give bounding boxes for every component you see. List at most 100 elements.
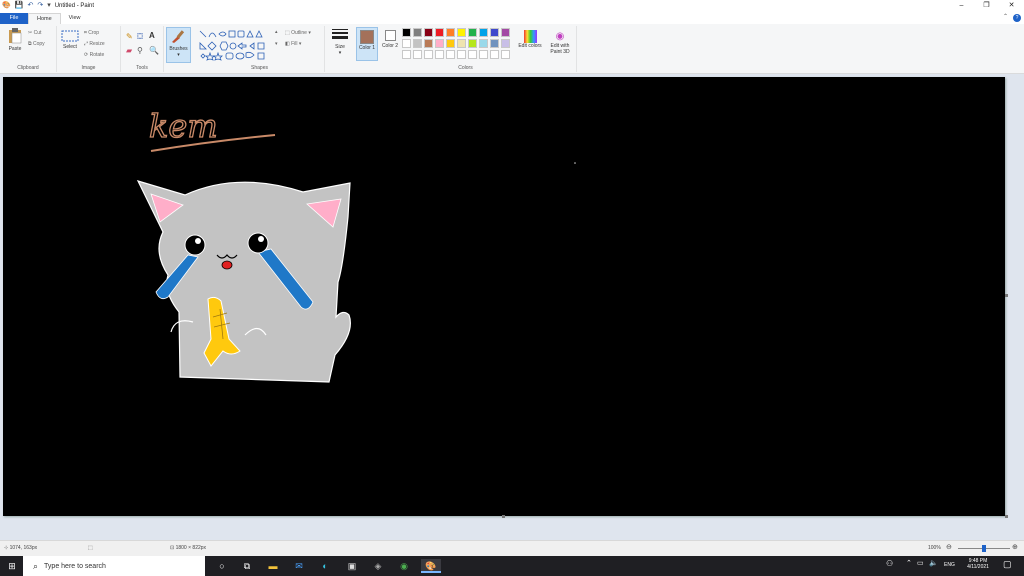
select-button[interactable]: Select — [59, 30, 81, 50]
crop-button[interactable]: ⌗ Crop — [84, 30, 99, 36]
paste-icon — [9, 28, 22, 44]
shapes-scroll-down-icon[interactable]: ▾ — [275, 41, 278, 47]
zoom-out-icon[interactable]: ⊖ — [946, 543, 952, 551]
palette-swatch[interactable] — [413, 50, 422, 59]
task-view-icon[interactable]: ⧉ — [240, 559, 254, 573]
palette-swatch[interactable] — [435, 39, 444, 48]
palette-swatch[interactable] — [446, 28, 455, 37]
canvas-resize-handle-corner[interactable] — [1005, 515, 1008, 518]
close-button[interactable]: ✕ — [999, 0, 1024, 12]
canvas-resize-handle-right[interactable] — [1005, 294, 1008, 297]
shapes-scroll-up-icon[interactable]: ▴ — [275, 29, 278, 35]
palette-swatch[interactable] — [468, 50, 477, 59]
palette-swatch[interactable] — [468, 39, 477, 48]
tab-home[interactable]: Home — [28, 13, 61, 24]
network-icon[interactable]: ▭ — [917, 559, 924, 567]
palette-swatch[interactable] — [490, 28, 499, 37]
app-icon[interactable]: ◈ — [371, 559, 385, 573]
edge-icon[interactable]: ◐ — [318, 559, 332, 573]
resize-button[interactable]: ⤢ Resize — [84, 41, 105, 47]
color2-button[interactable]: Color 2 — [380, 28, 400, 49]
palette-swatch[interactable] — [457, 28, 466, 37]
palette-swatch[interactable] — [435, 28, 444, 37]
help-icon[interactable]: ? — [1013, 14, 1021, 22]
volume-icon[interactable]: 🔈 — [929, 559, 938, 567]
palette-swatch[interactable] — [424, 39, 433, 48]
copy-button[interactable]: ⧉ Copy — [28, 41, 45, 47]
clock[interactable]: 9:48 PM 4/11/2021 — [965, 558, 991, 570]
redo-icon[interactable]: ↷ — [37, 0, 43, 12]
eraser-icon[interactable]: ▰ — [126, 46, 132, 55]
cut-button[interactable]: ✂ Cut — [28, 30, 41, 36]
language-indicator[interactable]: ENG — [944, 562, 955, 568]
magnifier-icon[interactable]: 🔍 — [149, 46, 159, 55]
tab-view[interactable]: View — [61, 13, 89, 24]
show-hidden-icons[interactable]: ⌃ — [906, 559, 912, 567]
select-icon — [61, 30, 79, 42]
color-picker-icon[interactable]: ⚲ — [137, 46, 143, 55]
color1-button[interactable]: Color 1 — [356, 27, 378, 61]
palette-swatch[interactable] — [413, 28, 422, 37]
canvas-resize-handle-bottom[interactable] — [502, 515, 505, 518]
palette-swatch[interactable] — [490, 39, 499, 48]
paste-button[interactable]: Paste — [4, 28, 26, 52]
edit-colors-button[interactable]: Edit colors — [518, 30, 542, 49]
palette-swatch[interactable] — [479, 50, 488, 59]
palette-swatch[interactable] — [479, 39, 488, 48]
outline-button[interactable]: ⬚ Outline ▾ — [285, 30, 311, 36]
mail-icon[interactable]: ✉ — [292, 559, 306, 573]
palette-swatch[interactable] — [402, 28, 411, 37]
tab-file[interactable]: File — [0, 13, 28, 24]
palette-swatch[interactable] — [446, 39, 455, 48]
paint-taskbar-icon[interactable]: 🎨 — [421, 559, 441, 573]
palette-swatch[interactable] — [424, 50, 433, 59]
palette-swatch[interactable] — [501, 50, 510, 59]
edit-with-paint3d-button[interactable]: ◉ Edit with Paint 3D — [545, 30, 575, 55]
windows-start-icon[interactable]: ⊞ — [5, 559, 19, 573]
pencil-icon[interactable]: ✎ — [126, 32, 133, 41]
file-explorer-icon[interactable]: ▬ — [266, 559, 280, 573]
taskbar-search[interactable]: ⌕ Type here to search — [23, 556, 205, 576]
palette-swatch[interactable] — [457, 39, 466, 48]
palette-swatch[interactable] — [402, 39, 411, 48]
minimize-button[interactable]: – — [949, 0, 974, 12]
canvas-area[interactable]: kem — [0, 74, 1024, 540]
size-button[interactable]: Size ▾ — [329, 28, 351, 56]
notifications-icon[interactable]: ▢ — [1003, 559, 1012, 570]
undo-icon[interactable]: ↶ — [27, 0, 33, 12]
resize-label: Resize — [89, 41, 105, 47]
collapse-ribbon-icon[interactable]: ⌃ — [1003, 13, 1008, 20]
palette-swatch[interactable] — [446, 50, 455, 59]
fill-button[interactable]: ◧ Fill ▾ — [285, 41, 301, 47]
colors-group: Color 1 Color 2 Edit colors ◉ Edit with … — [355, 26, 577, 72]
cat-right-eye — [247, 232, 269, 254]
palette-swatch[interactable] — [468, 28, 477, 37]
cursor-position-value: 1074, 163px — [9, 545, 38, 551]
rotate-button[interactable]: ⟳ Rotate — [84, 52, 104, 58]
palette-swatch[interactable] — [457, 50, 466, 59]
palette-swatch[interactable] — [424, 28, 433, 37]
paint3d-icon: ◉ — [555, 31, 565, 42]
palette-swatch[interactable] — [479, 28, 488, 37]
shapes-gallery-icon[interactable] — [198, 29, 274, 61]
palette-swatch[interactable] — [413, 39, 422, 48]
store-icon[interactable]: ▣ — [345, 559, 359, 573]
title-bar: 🎨 💾 ↶ ↷ ▾ Untitled - Paint – ❐ ✕ — [0, 0, 1024, 12]
cortana-icon[interactable]: ○ — [215, 559, 229, 573]
text-tool-icon[interactable]: A — [149, 31, 155, 40]
zoom-slider-thumb[interactable] — [982, 545, 986, 552]
drawing-canvas[interactable]: kem — [3, 77, 1005, 516]
customize-dropdown-icon[interactable]: ▾ — [47, 0, 51, 12]
restore-button[interactable]: ❐ — [974, 0, 999, 12]
save-icon[interactable]: 💾 — [15, 0, 24, 12]
zoom-in-icon[interactable]: ⊕ — [1012, 543, 1018, 551]
palette-swatch[interactable] — [501, 39, 510, 48]
fill-bucket-icon[interactable]: ⛋ — [137, 32, 143, 42]
chrome-icon[interactable]: ◉ — [397, 559, 411, 573]
brushes-button[interactable]: Brushes ▾ — [166, 27, 191, 63]
palette-swatch[interactable] — [501, 28, 510, 37]
palette-swatch[interactable] — [490, 50, 499, 59]
palette-swatch[interactable] — [402, 50, 411, 59]
people-icon[interactable]: ⚇ — [886, 559, 893, 568]
palette-swatch[interactable] — [435, 50, 444, 59]
